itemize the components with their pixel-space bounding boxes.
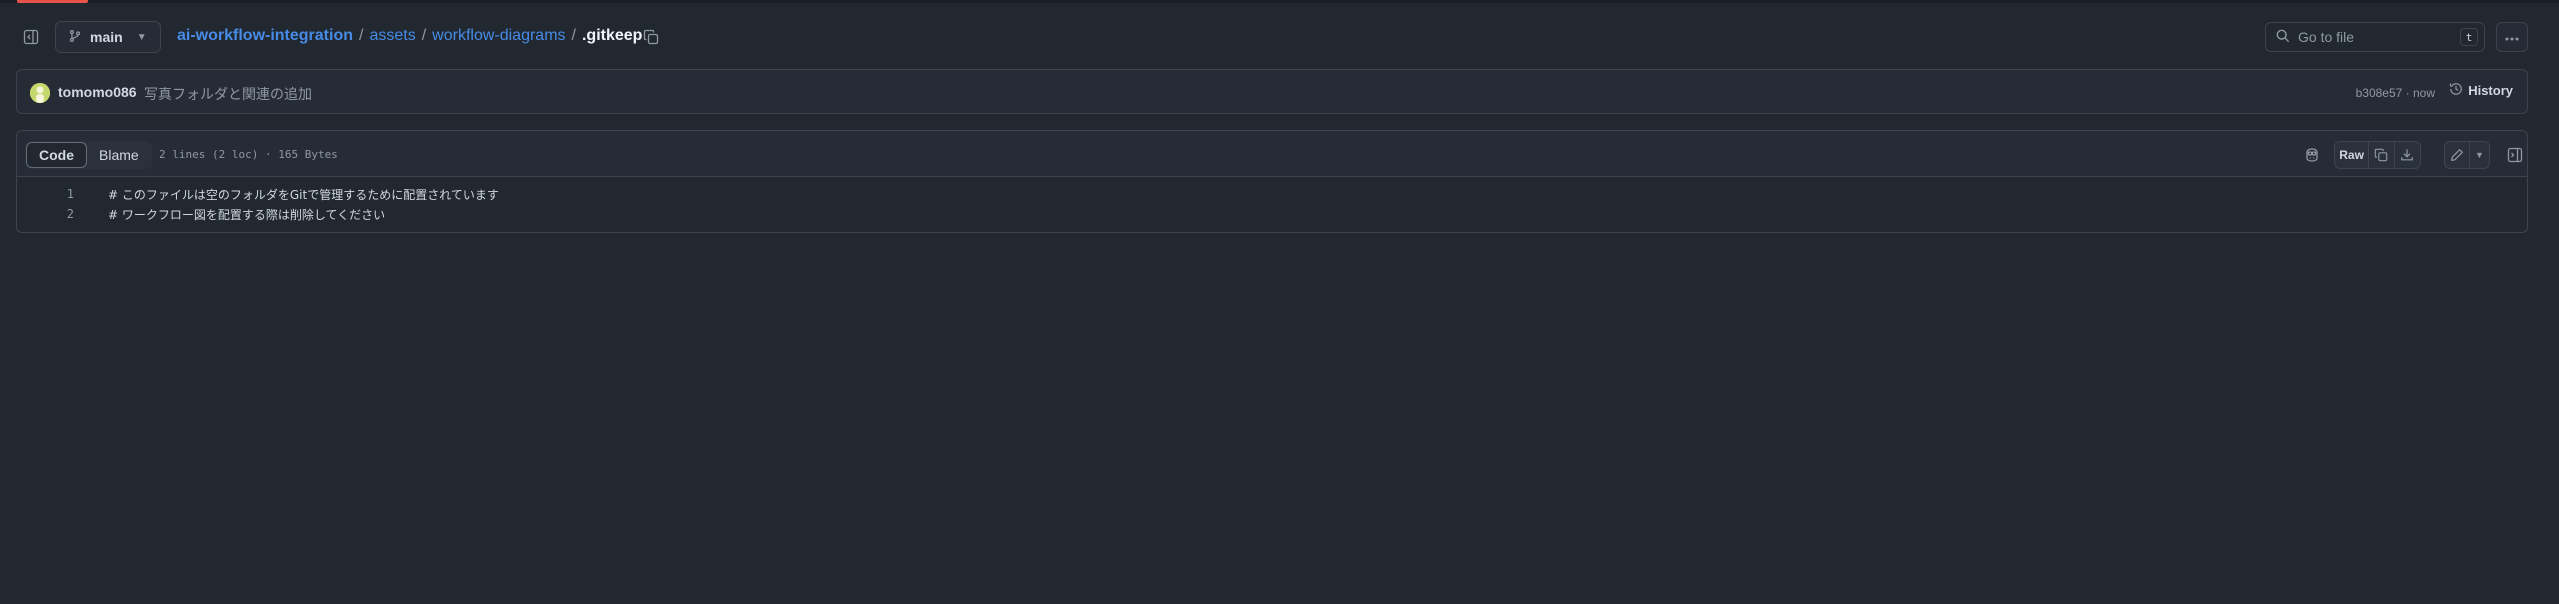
tab-code[interactable]: Code (26, 142, 87, 168)
file-viewer: Code Blame 2 lines (2 loc) · 165 Bytes R… (16, 130, 2528, 233)
pencil-icon[interactable] (2445, 142, 2470, 168)
sidebar-toggle-icon[interactable] (20, 26, 42, 48)
commit-author-link[interactable]: tomomo086 (58, 84, 137, 100)
latest-commit-bar: tomomo086 写真フォルダと関連の追加 b308e57 · now His… (16, 69, 2528, 114)
breadcrumb-current-file: .gitkeep (581, 27, 643, 44)
raw-copy-download-group: Raw (2334, 141, 2421, 169)
breadcrumb-dir-workflow-diagrams[interactable]: workflow-diagrams (432, 27, 565, 45)
edit-dropdown-chevron-icon[interactable]: ▼ (2470, 142, 2489, 168)
breadcrumb-repo-link[interactable]: ai-workflow-integration (177, 27, 353, 45)
commit-message-link[interactable]: 写真フォルダと関連の追加 (144, 84, 312, 104)
tab-blame[interactable]: Blame (87, 142, 151, 168)
breadcrumb-separator: / (571, 27, 576, 44)
search-icon (2276, 29, 2290, 46)
history-label: History (2468, 83, 2513, 98)
history-button[interactable]: History (2449, 82, 2513, 99)
copy-raw-icon[interactable] (2369, 142, 2395, 168)
copilot-icon[interactable] (2298, 141, 2326, 169)
code-content: 1 # このファイルは空のフォルダをGitで管理するために配置されています 2 … (17, 184, 2527, 224)
line-content: # このファイルは空のフォルダをGitで管理するために配置されています (108, 187, 499, 202)
active-tab-indicator (17, 0, 88, 3)
breadcrumb-dir-assets[interactable]: assets (369, 27, 415, 45)
go-to-file-placeholder: Go to file (2298, 29, 2355, 45)
breadcrumb-separator: / (359, 27, 364, 44)
edit-group: ▼ (2444, 141, 2490, 169)
go-to-file-input[interactable]: Go to file t (2265, 22, 2485, 52)
git-branch-icon (68, 29, 82, 46)
code-line: 2 # ワークフロー図を配置する際は削除してください (17, 204, 2527, 224)
branch-name: main (90, 29, 123, 45)
line-content: # ワークフロー図を配置する際は削除してください (108, 207, 386, 222)
symbols-icon[interactable] (2502, 141, 2527, 169)
file-viewer-toolbar: Code Blame 2 lines (2 loc) · 165 Bytes R… (17, 131, 2527, 177)
chevron-down-icon: ▼ (136, 31, 147, 43)
top-border (0, 0, 2559, 3)
avatar[interactable] (30, 83, 50, 103)
code-line: 1 # このファイルは空のフォルダをGitで管理するために配置されています (17, 184, 2527, 204)
kebab-icon (2505, 28, 2519, 46)
file-header-bar: main ▼ ai-workflow-integration / assets … (0, 18, 2559, 56)
more-options-button[interactable] (2496, 22, 2528, 52)
commit-hash-time[interactable]: b308e57 · now (2356, 86, 2435, 100)
line-number[interactable]: 1 (17, 187, 74, 201)
branch-selector-button[interactable]: main ▼ (55, 21, 161, 53)
download-icon[interactable] (2395, 142, 2420, 168)
history-icon (2449, 82, 2463, 99)
line-number[interactable]: 2 (17, 207, 74, 221)
breadcrumb: ai-workflow-integration / assets / workf… (177, 27, 642, 45)
breadcrumb-separator: / (421, 27, 427, 44)
raw-button[interactable]: Raw (2335, 142, 2370, 168)
shortcut-key: t (2460, 28, 2478, 46)
copy-icon[interactable] (640, 26, 662, 48)
file-info: 2 lines (2 loc) · 165 Bytes (159, 148, 338, 161)
view-mode-segmented-control: Code Blame (25, 141, 152, 169)
